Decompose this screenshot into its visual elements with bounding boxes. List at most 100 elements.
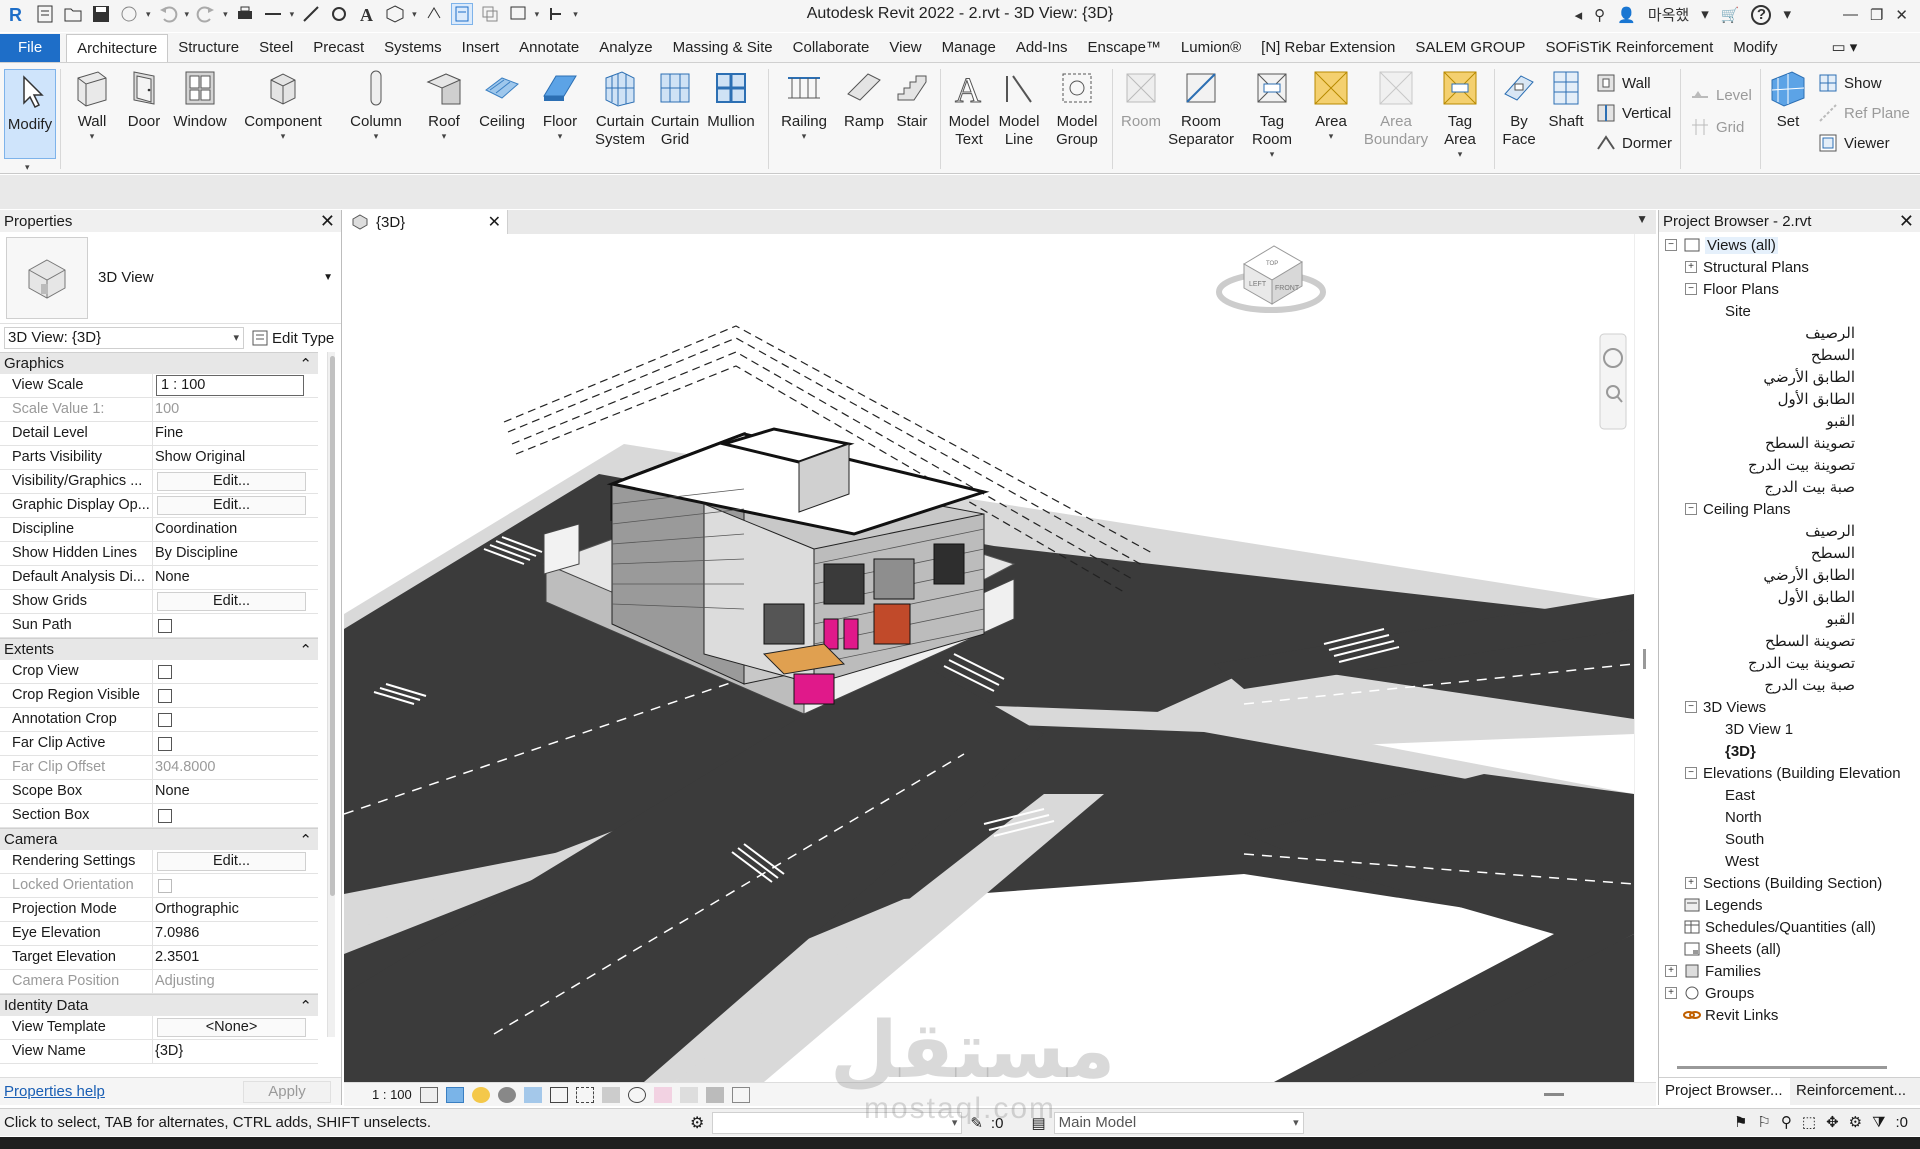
- sun-path-icon[interactable]: [471, 1086, 490, 1103]
- tab-lumion[interactable]: Lumion®: [1171, 34, 1251, 62]
- type-dropdown-icon[interactable]: ▼: [323, 272, 333, 283]
- show-crop-region-icon[interactable]: [575, 1086, 594, 1103]
- vertical-opening-button[interactable]: Vertical: [1596, 101, 1671, 125]
- area-button[interactable]: Area ▾: [1308, 67, 1354, 141]
- view-tab-close-icon[interactable]: ✕: [488, 212, 501, 232]
- prev-arrow-icon[interactable]: ◂: [1575, 6, 1583, 24]
- property-group-header[interactable]: Extents ⌃: [0, 638, 318, 660]
- browser-node[interactable]: Revit Links: [1659, 1004, 1920, 1026]
- browser-node[interactable]: الطابق الأول: [1659, 586, 1920, 608]
- browser-node[interactable]: West: [1659, 850, 1920, 872]
- main-model-dropdown[interactable]: Main Model: [1053, 1112, 1304, 1134]
- help-dropdown-icon[interactable]: ▾: [1783, 7, 1791, 22]
- browser-node[interactable]: الطابق الأول: [1659, 388, 1920, 410]
- tab-structure[interactable]: Structure: [168, 34, 249, 62]
- tag-room-button[interactable]: Tag Room ▾: [1246, 67, 1298, 159]
- apply-button[interactable]: Apply: [243, 1080, 331, 1103]
- property-value[interactable]: Adjusting: [153, 970, 318, 993]
- help-icon[interactable]: ?: [1751, 4, 1772, 25]
- browser-node[interactable]: − Floor Plans: [1659, 278, 1920, 300]
- browser-node[interactable]: Sheets (all): [1659, 938, 1920, 960]
- properties-scrollbar[interactable]: [327, 352, 335, 1037]
- browser-node[interactable]: {3D}: [1659, 740, 1920, 762]
- property-value[interactable]: 100: [153, 398, 318, 421]
- crop-view-icon[interactable]: [549, 1086, 568, 1103]
- level-button[interactable]: Level: [1690, 83, 1752, 107]
- property-edit-button[interactable]: Edit...: [153, 590, 318, 613]
- workset-icon[interactable]: ⚙: [690, 1113, 704, 1133]
- property-value[interactable]: Coordination: [153, 518, 318, 541]
- property-value[interactable]: 304.8000: [153, 756, 318, 779]
- tab-analyze[interactable]: Analyze: [589, 34, 662, 62]
- collapse-icon[interactable]: −: [1685, 283, 1697, 295]
- editable-only-icon[interactable]: ✎: [970, 1114, 983, 1132]
- view-cube[interactable]: TOP LEFT FRONT: [1216, 245, 1326, 313]
- model-group-button[interactable]: Model Group: [1050, 67, 1104, 149]
- user-dropdown-icon[interactable]: ▾: [1701, 7, 1709, 22]
- restore-icon[interactable]: ❐: [1870, 6, 1883, 24]
- checkbox-box[interactable]: [158, 665, 172, 679]
- browser-node[interactable]: North: [1659, 806, 1920, 828]
- collapse-icon[interactable]: −: [1685, 503, 1697, 515]
- checkbox-box[interactable]: [158, 619, 172, 633]
- browser-node[interactable]: السطح: [1659, 344, 1920, 366]
- browser-node[interactable]: Schedules/Quantities (all): [1659, 916, 1920, 938]
- checkbox-box[interactable]: [158, 737, 172, 751]
- checkbox-box[interactable]: [158, 879, 172, 893]
- browser-node[interactable]: السطح: [1659, 542, 1920, 564]
- tab-reinforcement[interactable]: Reinforcement...: [1790, 1078, 1920, 1105]
- active-workset-dropdown[interactable]: [712, 1112, 963, 1134]
- viewport-horizontal-scroll-thumb[interactable]: [1544, 1093, 1564, 1096]
- area-boundary-button[interactable]: Area Boundary: [1360, 67, 1432, 149]
- project-browser-scroll-thumb[interactable]: [1677, 1066, 1887, 1069]
- set-workplane-button[interactable]: Set: [1766, 67, 1810, 131]
- property-checkbox[interactable]: [153, 804, 318, 827]
- browser-node[interactable]: + Structural Plans: [1659, 256, 1920, 278]
- property-value[interactable]: Orthographic: [153, 898, 318, 921]
- tab-rebar-extension[interactable]: [N] Rebar Extension: [1251, 34, 1405, 62]
- expand-icon[interactable]: +: [1665, 987, 1677, 999]
- binoculars-icon[interactable]: ⚲: [1594, 6, 1605, 24]
- filter-icon[interactable]: ⧩: [1872, 1114, 1885, 1131]
- property-value[interactable]: {3D}: [153, 1040, 318, 1063]
- browser-node[interactable]: East: [1659, 784, 1920, 806]
- property-checkbox[interactable]: [153, 660, 318, 683]
- curtain-system-button[interactable]: Curtain System: [592, 67, 648, 149]
- view-tabs-menu-icon[interactable]: ▼: [1636, 212, 1648, 226]
- window-button[interactable]: Window: [172, 67, 228, 131]
- browser-node[interactable]: الطابق الأرضي: [1659, 366, 1920, 388]
- ribbon-minimize-toggle[interactable]: ▭ ▾: [1821, 34, 1867, 62]
- properties-help-link[interactable]: Properties help: [4, 1083, 105, 1100]
- ref-plane-button[interactable]: Ref Plane: [1818, 101, 1910, 125]
- property-checkbox[interactable]: [153, 684, 318, 707]
- property-value[interactable]: 2.3501: [153, 946, 318, 969]
- browser-node[interactable]: الطابق الأرضي: [1659, 564, 1920, 586]
- browser-node[interactable]: تصوينة بيت الدرج: [1659, 454, 1920, 476]
- tab-insert[interactable]: Insert: [452, 34, 510, 62]
- browser-node[interactable]: + Families: [1659, 960, 1920, 982]
- tab-massing-site[interactable]: Massing & Site: [663, 34, 783, 62]
- modify-dropdown-icon[interactable]: ▾: [25, 162, 30, 172]
- property-checkbox[interactable]: [153, 874, 318, 897]
- collapse-icon[interactable]: −: [1685, 767, 1697, 779]
- tab-project-browser[interactable]: Project Browser...: [1659, 1078, 1790, 1105]
- property-edit-button[interactable]: Edit...: [153, 470, 318, 493]
- browser-node[interactable]: + Groups: [1659, 982, 1920, 1004]
- reveal-hidden-icon[interactable]: [653, 1086, 672, 1103]
- background-processes-icon[interactable]: ⚙: [1849, 1113, 1862, 1131]
- tab-annotate[interactable]: Annotate: [509, 34, 589, 62]
- property-value-input[interactable]: 1 : 100: [153, 374, 318, 397]
- shadows-icon[interactable]: [497, 1086, 516, 1103]
- floor-button[interactable]: Floor ▾: [536, 67, 584, 141]
- column-button[interactable]: Column ▾: [346, 67, 406, 141]
- tab-enscape[interactable]: Enscape™: [1078, 34, 1171, 62]
- browser-node[interactable]: الرصيف: [1659, 520, 1920, 542]
- expand-icon[interactable]: +: [1685, 261, 1697, 273]
- temporary-view-properties-icon[interactable]: [705, 1086, 724, 1103]
- select-links-icon[interactable]: ⚑: [1734, 1113, 1747, 1131]
- property-value[interactable]: Fine: [153, 422, 318, 445]
- browser-node[interactable]: تصوينة السطح: [1659, 630, 1920, 652]
- browser-node[interactable]: الرصيف: [1659, 322, 1920, 344]
- browser-node[interactable]: القبو: [1659, 608, 1920, 630]
- design-options-icon[interactable]: ▤: [1031, 1114, 1045, 1132]
